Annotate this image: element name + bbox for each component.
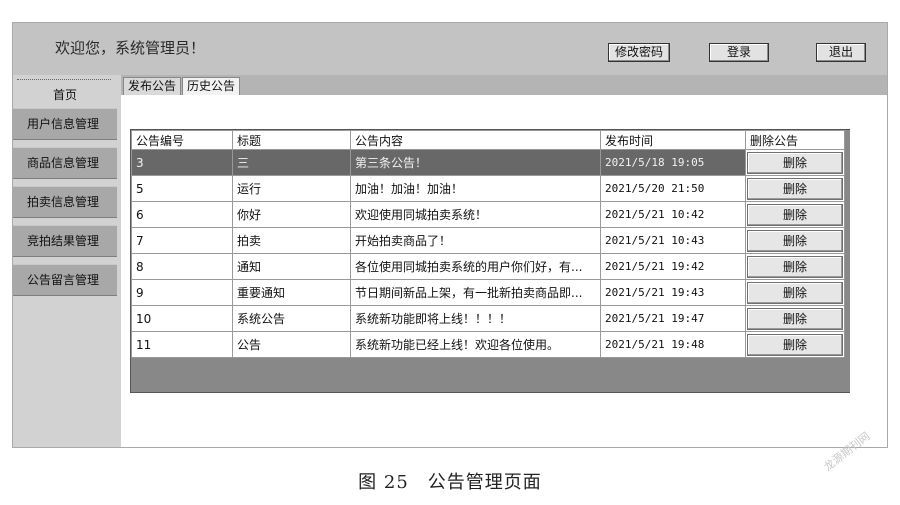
- cell-content: 开始拍卖商品了！: [350, 227, 601, 254]
- delete-button[interactable]: 删除: [747, 151, 843, 174]
- cell-content: 各位使用同城拍卖系统的用户你们好，有...: [350, 253, 601, 280]
- cell-id: 8: [131, 253, 233, 280]
- cell-delete: 删除: [745, 279, 845, 306]
- tab-strip: 发布公告 历史公告: [121, 75, 887, 95]
- delete-button[interactable]: 删除: [747, 177, 843, 200]
- cell-time: 2021/5/21 19:43: [600, 279, 746, 306]
- table-row[interactable]: 10 系统公告 系统新功能即将上线！！！！ 2021/5/21 19:47 删除: [131, 305, 845, 332]
- cell-id: 7: [131, 227, 233, 254]
- sidebar-item-bid-results[interactable]: 竞拍结果管理: [13, 225, 117, 257]
- cell-title: 重要通知: [232, 279, 351, 306]
- delete-button[interactable]: 删除: [747, 307, 843, 330]
- cell-title: 运行: [232, 175, 351, 202]
- column-header-delete[interactable]: 删除公告: [745, 130, 845, 150]
- cell-delete: 删除: [745, 253, 845, 280]
- delete-button[interactable]: 删除: [747, 255, 843, 278]
- cell-time: 2021/5/18 19:05: [600, 149, 746, 176]
- cell-id: 6: [131, 201, 233, 228]
- cell-delete: 删除: [745, 149, 845, 176]
- announcement-table: 公告编号 标题 公告内容 发布时间 删除公告 3 三 第三条公告！ 2021/5…: [131, 130, 845, 358]
- table-row[interactable]: 9 重要通知 节日期间新品上架，有一批新拍卖商品即... 2021/5/21 1…: [131, 279, 845, 306]
- tab-history-announcements[interactable]: 历史公告: [182, 77, 241, 95]
- cell-delete: 删除: [745, 305, 845, 332]
- cell-time: 2021/5/20 21:50: [600, 175, 746, 202]
- cell-id: 9: [131, 279, 233, 306]
- sidebar-item-auction-info[interactable]: 拍卖信息管理: [13, 186, 117, 218]
- cell-content: 加油！加油！加油！: [350, 175, 601, 202]
- table-row[interactable]: 8 通知 各位使用同城拍卖系统的用户你们好，有... 2021/5/21 19:…: [131, 253, 845, 280]
- cell-id: 11: [131, 331, 233, 358]
- header-bar: 欢迎您，系统管理员！ 修改密码 登录 退出: [13, 23, 887, 75]
- cell-id: 10: [131, 305, 233, 332]
- table-row[interactable]: 5 运行 加油！加油！加油！ 2021/5/20 21:50 删除: [131, 175, 845, 202]
- cell-id: 3: [131, 149, 233, 176]
- cell-content: 节日期间新品上架，有一批新拍卖商品即...: [350, 279, 601, 306]
- table-row[interactable]: 6 你好 欢迎使用同城拍卖系统！ 2021/5/21 10:42 删除: [131, 201, 845, 228]
- delete-button[interactable]: 删除: [747, 281, 843, 304]
- cell-delete: 删除: [745, 227, 845, 254]
- cell-time: 2021/5/21 19:47: [600, 305, 746, 332]
- cell-title: 拍卖: [232, 227, 351, 254]
- delete-button[interactable]: 删除: [747, 203, 843, 226]
- cell-title: 通知: [232, 253, 351, 280]
- logout-button[interactable]: 退出: [816, 43, 866, 62]
- cell-time: 2021/5/21 10:42: [600, 201, 746, 228]
- sidebar-divider: [17, 79, 111, 80]
- cell-delete: 删除: [745, 201, 845, 228]
- cell-delete: 删除: [745, 331, 845, 358]
- cell-content: 系统新功能已经上线！欢迎各位使用。: [350, 331, 601, 358]
- cell-title: 公告: [232, 331, 351, 358]
- cell-content: 第三条公告！: [350, 149, 601, 176]
- main-content: 发布公告 历史公告 公告编号 标题 公告内容 发布时间 删除公告 3 三 第三条…: [121, 75, 887, 447]
- delete-button[interactable]: 删除: [747, 333, 843, 356]
- sidebar: 首页 用户信息管理 商品信息管理 拍卖信息管理 竞拍结果管理 公告留言管理: [13, 75, 117, 447]
- app-window: 欢迎您，系统管理员！ 修改密码 登录 退出 首页 用户信息管理 商品信息管理 拍…: [12, 22, 888, 448]
- table-row[interactable]: 11 公告 系统新功能已经上线！欢迎各位使用。 2021/5/21 19:48 …: [131, 331, 845, 358]
- cell-content: 系统新功能即将上线！！！！: [350, 305, 601, 332]
- cell-title: 你好: [232, 201, 351, 228]
- cell-time: 2021/5/21 19:48: [600, 331, 746, 358]
- cell-id: 5: [131, 175, 233, 202]
- cell-time: 2021/5/21 19:42: [600, 253, 746, 280]
- login-button[interactable]: 登录: [709, 43, 769, 62]
- cell-title: 系统公告: [232, 305, 351, 332]
- sidebar-item-home[interactable]: 首页: [13, 84, 117, 106]
- table-header-row: 公告编号 标题 公告内容 发布时间 删除公告: [131, 130, 845, 150]
- cell-content: 欢迎使用同城拍卖系统！: [350, 201, 601, 228]
- delete-button[interactable]: 删除: [747, 229, 843, 252]
- change-password-button[interactable]: 修改密码: [608, 43, 670, 62]
- column-header-time[interactable]: 发布时间: [600, 130, 746, 150]
- cell-delete: 删除: [745, 175, 845, 202]
- welcome-text: 欢迎您，系统管理员！: [55, 39, 206, 57]
- announcement-grid: 公告编号 标题 公告内容 发布时间 删除公告 3 三 第三条公告！ 2021/5…: [130, 129, 858, 393]
- sidebar-item-product-info[interactable]: 商品信息管理: [13, 147, 117, 179]
- tab-publish-announcement[interactable]: 发布公告: [123, 77, 182, 95]
- sidebar-item-announcements[interactable]: 公告留言管理: [13, 264, 117, 296]
- sidebar-item-user-info[interactable]: 用户信息管理: [13, 108, 117, 140]
- grid-scrollbar[interactable]: [850, 129, 864, 393]
- column-header-id[interactable]: 公告编号: [131, 130, 233, 150]
- column-header-content[interactable]: 公告内容: [350, 130, 601, 150]
- table-row[interactable]: 3 三 第三条公告！ 2021/5/18 19:05 删除: [131, 149, 845, 176]
- table-row[interactable]: 7 拍卖 开始拍卖商品了！ 2021/5/21 10:43 删除: [131, 227, 845, 254]
- figure-caption: 图 25 公告管理页面: [358, 472, 542, 493]
- cell-time: 2021/5/21 10:43: [600, 227, 746, 254]
- cell-title: 三: [232, 149, 351, 176]
- column-header-title[interactable]: 标题: [232, 130, 351, 150]
